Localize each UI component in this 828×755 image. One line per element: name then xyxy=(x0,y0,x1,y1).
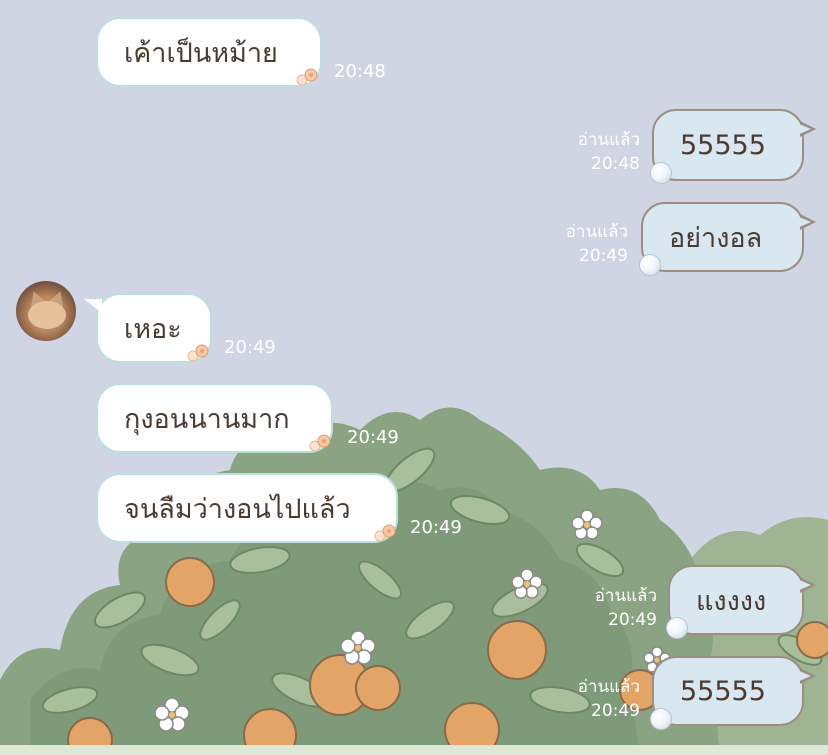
sender-avatar[interactable] xyxy=(16,281,76,341)
bubble-tail xyxy=(797,577,816,593)
message-text: 55555 xyxy=(680,675,766,707)
message-time: 20:49 xyxy=(591,701,640,721)
message-meta: อ่านแล้ว 20:49 xyxy=(538,220,628,268)
bubble-tail xyxy=(797,214,816,230)
message-time: 20:49 xyxy=(579,246,628,266)
chat-thread: เค้าเป็นหม้าย 20:48 อ่านแล้ว 20:48 55555… xyxy=(0,0,828,755)
message-text: เค้าเป็นหม้าย xyxy=(124,37,278,69)
message-text: 55555 xyxy=(680,129,766,161)
message-text: อย่างอล xyxy=(669,222,763,254)
pearl-icon xyxy=(639,254,661,276)
message-meta: อ่านแล้ว 20:48 xyxy=(550,128,640,176)
message-bubble-incoming[interactable]: เค้าเป็นหม้าย xyxy=(96,17,322,87)
flower-icon xyxy=(374,524,396,542)
flower-icon xyxy=(309,434,331,452)
message-time: 20:49 xyxy=(347,427,399,448)
message-time: 20:49 xyxy=(608,610,657,630)
message-meta: อ่านแล้ว 20:49 xyxy=(567,584,657,632)
flower-icon xyxy=(296,68,318,86)
bubble-tail xyxy=(797,121,816,137)
message-text: กุงอนนานมาก xyxy=(124,403,290,435)
message-time: 20:49 xyxy=(224,337,276,358)
message-bubble-outgoing[interactable]: อย่างอล xyxy=(641,202,816,272)
read-receipt: อ่านแล้ว xyxy=(565,222,628,242)
read-receipt: อ่านแล้ว xyxy=(577,130,640,150)
message-bubble-incoming[interactable]: จนลืมว่างอนไปแล้ว xyxy=(96,473,398,543)
message-meta: อ่านแล้ว 20:49 xyxy=(550,675,640,723)
message-time: 20:49 xyxy=(410,517,462,538)
bubble-tail xyxy=(84,299,102,313)
pearl-icon xyxy=(650,162,672,184)
message-time: 20:48 xyxy=(334,61,386,82)
message-text: เหอะ xyxy=(124,313,182,345)
bubble-tail xyxy=(797,668,816,684)
pearl-icon xyxy=(650,708,672,730)
message-time: 20:48 xyxy=(591,154,640,174)
message-text: แงงงง xyxy=(696,585,767,617)
message-bubble-outgoing[interactable]: 55555 xyxy=(652,656,816,726)
message-bubble-outgoing[interactable]: 55555 xyxy=(652,109,816,181)
message-text: จนลืมว่างอนไปแล้ว xyxy=(124,493,351,525)
read-receipt: อ่านแล้ว xyxy=(594,586,657,606)
message-bubble-outgoing[interactable]: แงงงง xyxy=(668,565,816,635)
message-bubble-incoming[interactable]: กุงอนนานมาก xyxy=(96,383,333,453)
read-receipt: อ่านแล้ว xyxy=(577,677,640,697)
pearl-icon xyxy=(666,617,688,639)
flower-icon xyxy=(187,344,209,362)
